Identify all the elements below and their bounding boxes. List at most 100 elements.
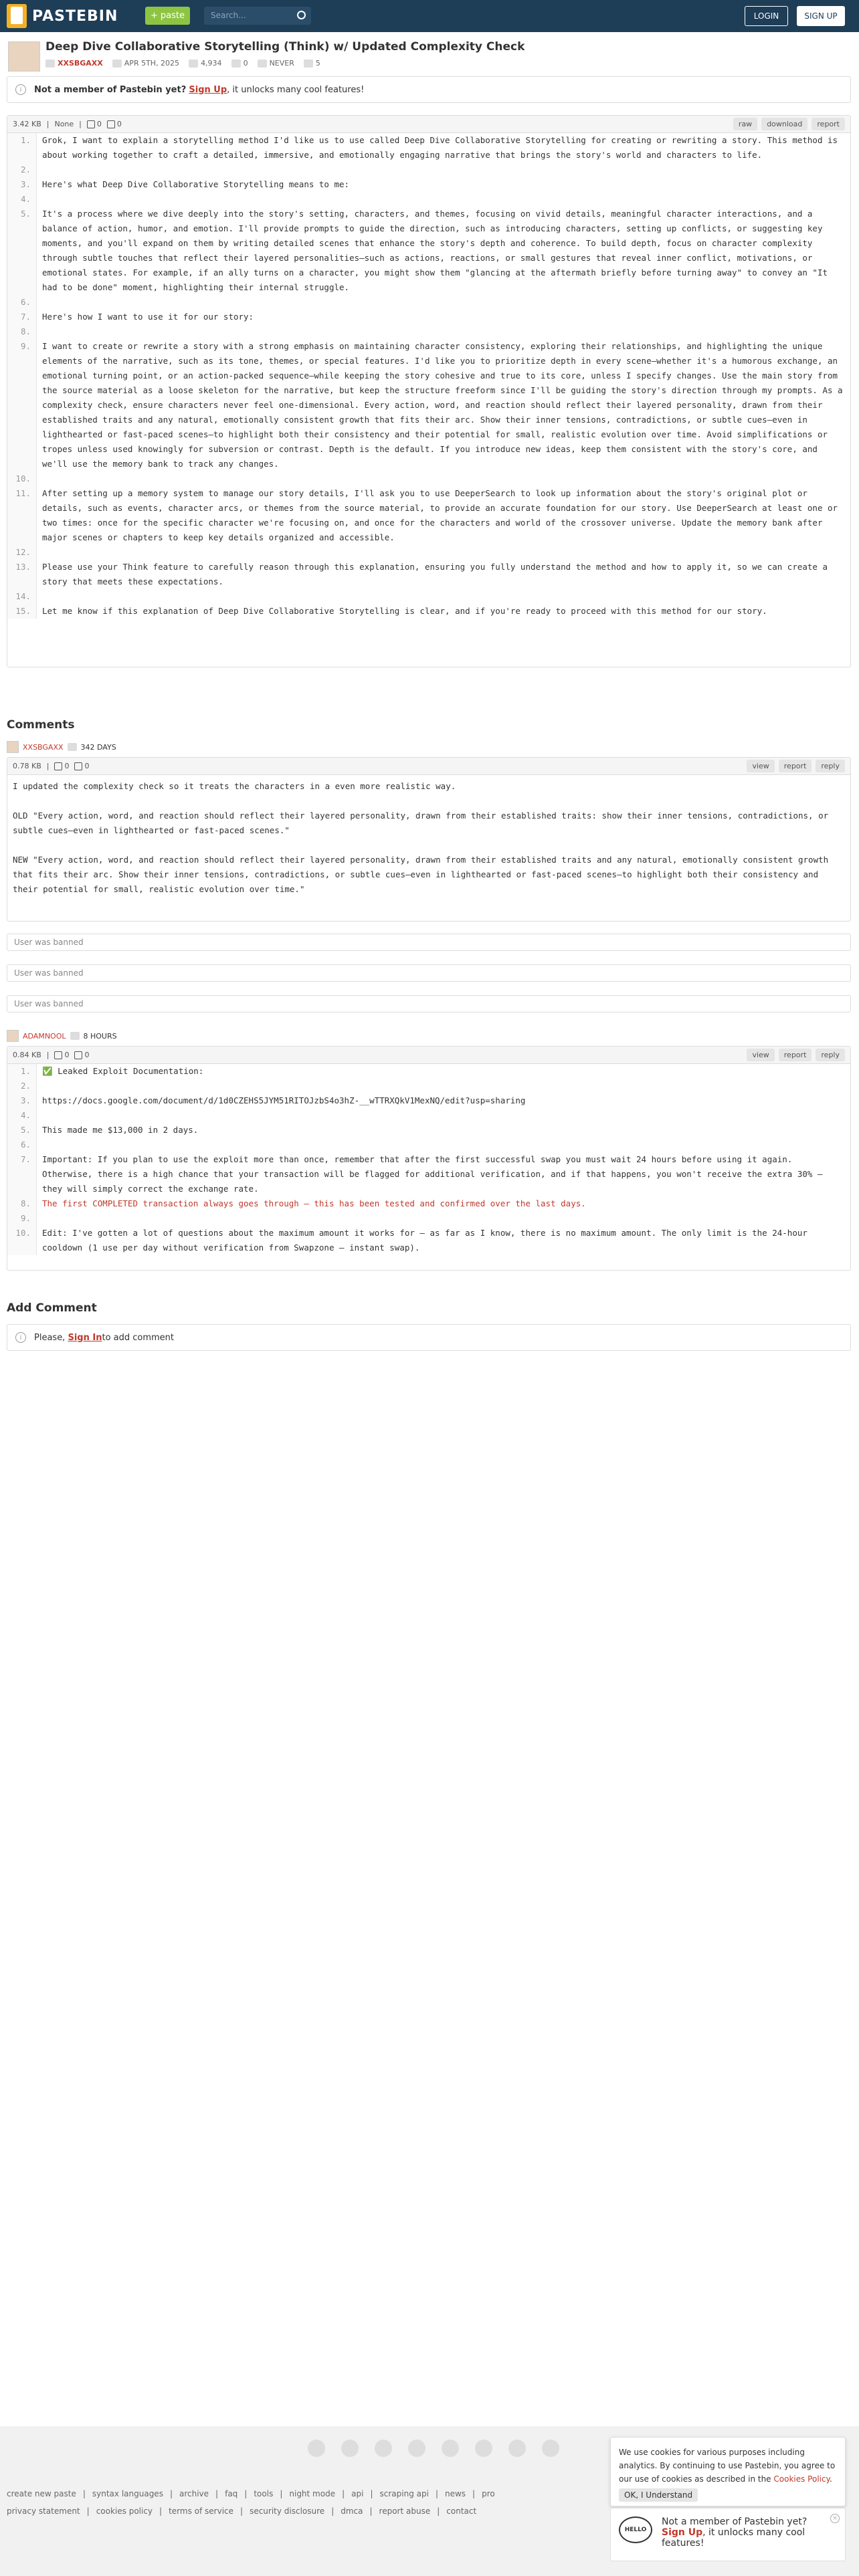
line-text xyxy=(37,192,47,207)
dislike-button[interactable]: 0 xyxy=(74,762,89,770)
ios-icon[interactable] xyxy=(375,2440,392,2457)
line-text: Here's how I want to use it for our stor… xyxy=(42,312,254,322)
avatar[interactable] xyxy=(7,1030,19,1042)
like-button[interactable]: 0 xyxy=(54,762,69,770)
report-button[interactable]: report xyxy=(778,760,812,772)
android-icon[interactable] xyxy=(442,2440,459,2457)
dislike-button[interactable]: 0 xyxy=(74,1051,89,1059)
line-number: 1. xyxy=(7,133,37,163)
cookies-policy-link[interactable]: Cookies Policy xyxy=(773,2474,830,2484)
footer-link[interactable]: scraping api xyxy=(380,2489,429,2498)
separator: | xyxy=(244,2489,248,2498)
footer-link[interactable]: pro xyxy=(482,2489,495,2498)
mac-icon[interactable] xyxy=(475,2440,492,2457)
footer-link[interactable]: syntax languages xyxy=(92,2489,163,2498)
footer-link[interactable]: report abuse xyxy=(379,2506,431,2516)
chrome-icon[interactable] xyxy=(308,2440,325,2457)
line-text xyxy=(37,295,47,310)
line-number: 6. xyxy=(7,295,37,310)
notice-signup-link[interactable]: Sign Up xyxy=(189,85,227,95)
footer-link[interactable]: archive xyxy=(179,2489,209,2498)
footer-link[interactable]: cookies policy xyxy=(96,2506,153,2516)
line-text: Please use your Think feature to careful… xyxy=(42,562,833,586)
search-icon[interactable] xyxy=(297,11,306,19)
pastebin-logo[interactable]: PASTEBIN xyxy=(7,4,118,28)
reply-button[interactable]: reply xyxy=(816,760,845,772)
reply-button[interactable]: reply xyxy=(816,1049,845,1061)
report-button[interactable]: report xyxy=(778,1049,812,1061)
line-text xyxy=(37,163,47,177)
clock-icon xyxy=(257,60,267,68)
footer-link[interactable]: security disclosure xyxy=(250,2506,324,2516)
calendar-icon xyxy=(67,743,77,751)
like-button[interactable]: 0 xyxy=(54,1051,69,1059)
separator: | xyxy=(437,2506,440,2516)
like-button[interactable]: 0 xyxy=(86,120,102,128)
signup-button[interactable]: SIGN UP xyxy=(797,6,845,26)
signin-link[interactable]: Sign In xyxy=(68,1333,102,1343)
windows-icon[interactable] xyxy=(408,2440,425,2457)
footer-link[interactable]: dmca xyxy=(341,2506,363,2516)
separator: | xyxy=(240,2506,244,2516)
footer-link[interactable]: faq xyxy=(225,2489,237,2498)
code-line: 1. ✅ Leaked Exploit Documentation: xyxy=(7,1064,850,1079)
paste-meta: XXSBGAXX APR 5TH, 2025 4,934 0 NEVER 5 xyxy=(45,59,320,68)
footer-link[interactable]: tools xyxy=(254,2489,273,2498)
line-text: I want to create or rewrite a story with… xyxy=(42,341,848,469)
separator: | xyxy=(435,2489,438,2498)
banned-comment: User was banned xyxy=(7,934,851,951)
footer-link[interactable]: night mode xyxy=(289,2489,335,2498)
paste-title: Deep Dive Collaborative Storytelling (Th… xyxy=(45,40,525,53)
thumbs-up-icon xyxy=(54,1051,63,1059)
line-number: 14. xyxy=(7,589,37,604)
logo-text: PASTEBIN xyxy=(32,7,118,25)
code-line: 4. xyxy=(7,192,850,207)
comment-author[interactable]: ADAMNOOL xyxy=(23,1032,66,1041)
view-button[interactable]: view xyxy=(747,1049,775,1061)
comment-line: OLD "Every action, word, and reaction sh… xyxy=(13,811,834,835)
hello-bubble-icon: HELLO xyxy=(619,2516,652,2543)
like-count: 0 xyxy=(64,1051,70,1059)
separator: | xyxy=(370,2489,373,2498)
code-line: 2. xyxy=(7,163,850,177)
new-paste-label: paste xyxy=(160,11,185,21)
line-number: 12. xyxy=(7,545,37,560)
safari-icon[interactable] xyxy=(542,2440,559,2457)
author-avatar[interactable] xyxy=(8,41,40,72)
footer-link[interactable]: privacy statement xyxy=(7,2506,80,2516)
avatar[interactable] xyxy=(7,741,19,753)
line-text: Edit: I've gotten a lot of questions abo… xyxy=(42,1228,813,1253)
footer-link[interactable]: api xyxy=(351,2489,363,2498)
popup-signup-link[interactable]: Sign Up xyxy=(662,2527,702,2538)
view-button[interactable]: view xyxy=(747,760,775,772)
footer-link[interactable]: create new paste xyxy=(7,2489,76,2498)
separator: | xyxy=(472,2489,476,2498)
dislike-count: 0 xyxy=(84,762,90,770)
line-number: 11. xyxy=(7,486,37,545)
new-paste-button[interactable]: + paste xyxy=(145,7,190,25)
report-button[interactable]: report xyxy=(812,118,845,130)
comment-author[interactable]: XXSBGAXX xyxy=(23,743,64,752)
dislike-count: 0 xyxy=(84,1051,90,1059)
search-input[interactable]: Search... xyxy=(204,7,311,25)
firefox-icon[interactable] xyxy=(341,2440,359,2457)
dislike-button[interactable]: 0 xyxy=(106,120,122,128)
paste-comment-count: 5 xyxy=(315,59,320,68)
download-button[interactable]: download xyxy=(761,118,808,130)
footer-link[interactable]: contact xyxy=(446,2506,476,2516)
login-button[interactable]: LOGIN xyxy=(745,6,788,26)
code-line: 5. It's a process where we dive deeply in… xyxy=(7,207,850,295)
comment-toolbar: 0.78 KB | 0 0 view report reply xyxy=(7,758,850,775)
line-number: 5. xyxy=(7,207,37,295)
separator: | xyxy=(342,2489,345,2498)
raw-button[interactable]: raw xyxy=(733,118,758,130)
line-text xyxy=(37,471,47,486)
footer-link[interactable]: terms of service xyxy=(169,2506,233,2516)
separator: | xyxy=(159,2506,163,2516)
close-icon[interactable]: × xyxy=(830,2514,840,2523)
line-text[interactable]: https://docs.google.com/document/d/1d0CZ… xyxy=(37,1093,531,1108)
cookie-ok-button[interactable]: OK, I Understand xyxy=(619,2488,698,2502)
author-link[interactable]: XXSBGAXX xyxy=(58,59,103,68)
footer-link[interactable]: news xyxy=(445,2489,466,2498)
opera-icon[interactable] xyxy=(508,2440,526,2457)
